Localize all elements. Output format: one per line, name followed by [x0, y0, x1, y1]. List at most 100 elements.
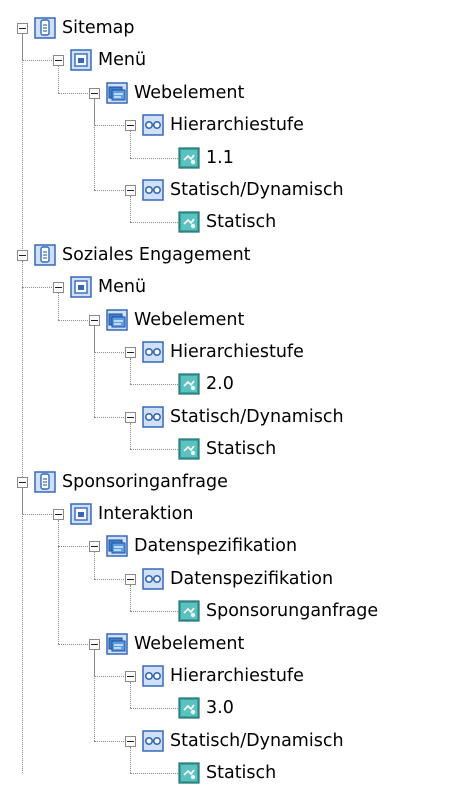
tree-connector — [130, 422, 131, 450]
tree-node-label: Webelement — [134, 633, 245, 654]
tree-node[interactable]: Statisch — [178, 757, 276, 789]
collapse-toggle-icon[interactable] — [125, 573, 136, 585]
collapse-toggle-icon[interactable] — [17, 23, 28, 34]
tree-connector — [130, 449, 180, 451]
page-icon — [34, 470, 56, 493]
collapse-toggle-icon[interactable] — [89, 638, 100, 650]
tree-node[interactable]: Sitemap — [34, 12, 134, 44]
value-icon — [178, 373, 200, 395]
collapse-toggle-icon[interactable] — [125, 411, 136, 423]
tree-node[interactable]: Statisch — [178, 206, 276, 238]
tree-node-label: Menü — [98, 50, 147, 71]
tree-node[interactable]: 3.0 — [178, 692, 234, 724]
tree-node-label: 3.0 — [206, 698, 234, 719]
collapse-toggle-icon[interactable] — [125, 735, 136, 747]
collapse-toggle-icon[interactable] — [89, 314, 100, 326]
tree-node-label: Hierarchiestufe — [170, 115, 304, 136]
tree-node[interactable]: Hierarchiestufe — [142, 109, 304, 141]
tree-node-label: Statisch/Dynamisch — [170, 406, 344, 427]
tree-connector — [130, 584, 131, 612]
tree-connector — [22, 34, 23, 773]
attribute-icon — [142, 341, 164, 363]
webelement-icon — [106, 82, 128, 104]
webelement-icon — [106, 535, 128, 558]
attribute-icon — [142, 730, 164, 752]
tree-connector — [58, 520, 59, 644]
tree-connector — [58, 546, 88, 548]
attribute-icon — [142, 179, 164, 201]
tree-node-label: Interaktion — [98, 504, 194, 524]
attribute-icon — [142, 114, 164, 136]
tree-node[interactable]: 2.0 — [178, 368, 234, 400]
tree-connector — [94, 578, 124, 580]
tree-node-label: Datenspezifikation — [134, 536, 298, 557]
collapse-toggle-icon[interactable] — [125, 671, 136, 682]
tree-connector — [130, 611, 180, 613]
tree-node[interactable]: Soziales Engagement — [34, 239, 251, 271]
tree-node[interactable]: Datenspezifikation — [142, 563, 333, 595]
tree-connector — [22, 60, 52, 62]
attribute-icon — [142, 568, 164, 590]
page-icon — [34, 17, 56, 39]
tree-connector — [94, 740, 124, 742]
tree-connector — [94, 649, 95, 741]
tree-node[interactable]: Hierarchiestufe — [142, 336, 304, 368]
tree-node[interactable]: Statisch/Dynamisch — [142, 725, 344, 757]
collapse-toggle-icon[interactable] — [89, 541, 100, 553]
collapse-toggle-icon[interactable] — [89, 87, 100, 99]
tree-node-label: Statisch/Dynamisch — [170, 180, 344, 200]
tree-node-label: 2.0 — [206, 374, 234, 395]
tree-connector — [130, 682, 131, 709]
tree-connector — [94, 676, 124, 677]
tree-view: Sitemap Menü Webelement Hierarchiestufe — [0, 0, 450, 784]
webelement-icon — [106, 632, 128, 655]
tree-node[interactable]: Sponsorunganfrage — [178, 595, 378, 627]
attribute-icon — [142, 665, 164, 687]
tree-connector — [130, 157, 180, 159]
collapse-toggle-icon[interactable] — [125, 185, 136, 196]
tree-node-label: Statisch — [206, 439, 277, 460]
tree-node[interactable]: Webelement — [106, 77, 244, 109]
collapse-toggle-icon[interactable] — [125, 347, 136, 358]
tree-connector — [130, 196, 131, 223]
tree-connector — [58, 319, 88, 321]
tree-node-label: Sponsorunganfrage — [206, 601, 379, 622]
collapse-toggle-icon[interactable] — [53, 282, 64, 294]
tree-node[interactable]: Webelement — [106, 628, 244, 660]
tree-node[interactable]: Statisch/Dynamisch — [142, 401, 344, 433]
tree-node-label: Sponsoringanfrage — [62, 471, 228, 492]
tree-connector — [22, 287, 52, 289]
tree-node-label: Soziales Engagement — [62, 244, 251, 265]
tree-node-label: Menü — [98, 277, 147, 298]
tree-node[interactable]: Statisch — [178, 433, 276, 465]
tree-node[interactable]: Menü — [70, 271, 146, 303]
tree-node-label: Statisch/Dynamisch — [170, 730, 344, 751]
tree-connector — [130, 384, 180, 386]
collapse-toggle-icon[interactable] — [53, 509, 64, 520]
menu-icon — [70, 276, 92, 298]
tree-node-label: 1.1 — [206, 147, 234, 168]
collapse-toggle-icon[interactable] — [17, 249, 28, 261]
tree-connector — [22, 514, 52, 515]
tree-node[interactable]: Datenspezifikation — [106, 530, 297, 562]
tree-connector — [130, 746, 131, 774]
collapse-toggle-icon[interactable] — [53, 55, 64, 67]
tree-node-label: Webelement — [134, 82, 245, 103]
value-icon — [178, 600, 200, 622]
tree-node-label: Statisch — [206, 763, 277, 784]
tree-node[interactable]: Sponsoringanfrage — [34, 466, 228, 498]
collapse-toggle-icon[interactable] — [17, 476, 28, 488]
tree-node[interactable]: Hierarchiestufe — [142, 660, 304, 692]
collapse-toggle-icon[interactable] — [125, 120, 136, 132]
tree-connector — [130, 773, 180, 775]
tree-node[interactable]: Statisch/Dynamisch — [142, 174, 344, 206]
tree-node[interactable]: Interaktion — [70, 498, 193, 530]
tree-connector — [94, 416, 124, 418]
tree-connector — [58, 293, 59, 320]
tree-node[interactable]: 1.1 — [178, 142, 234, 174]
tree-connector — [130, 358, 131, 385]
tree-node[interactable]: Webelement — [106, 304, 244, 336]
tree-node[interactable]: Menü — [70, 44, 146, 76]
tree-connector — [94, 125, 124, 127]
tree-node-label: Hierarchiestufe — [170, 342, 304, 362]
